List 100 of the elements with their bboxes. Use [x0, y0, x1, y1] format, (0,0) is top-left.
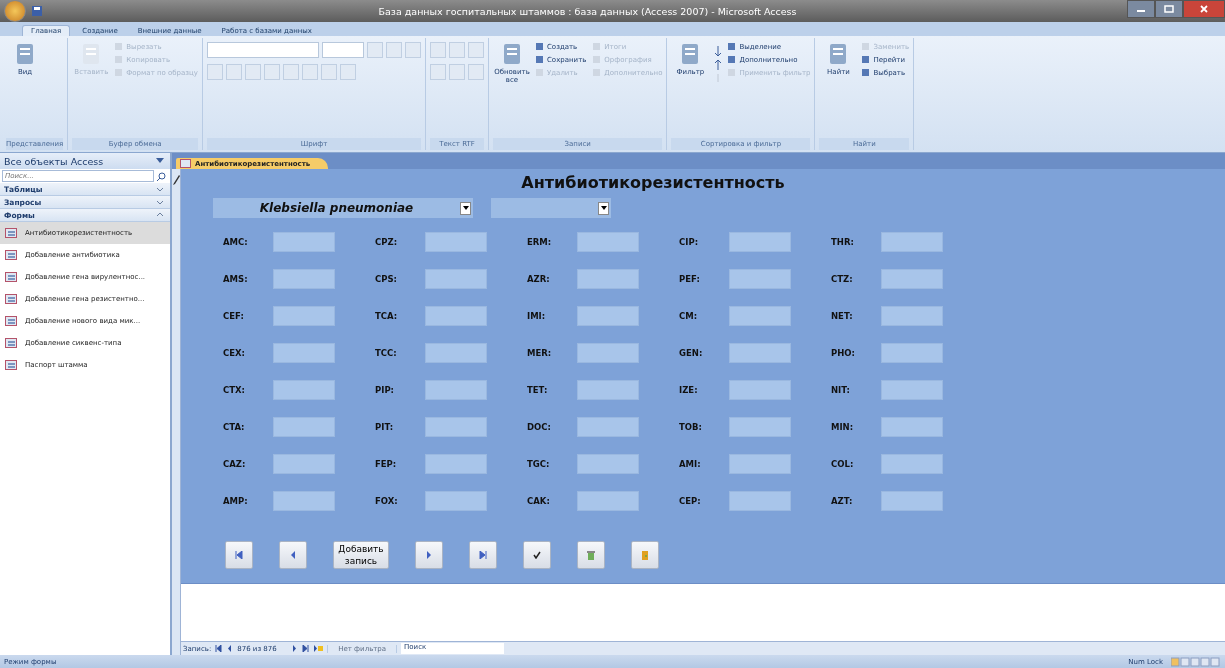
antibiotic-label: IZE: [678, 385, 699, 395]
input-field[interactable] [577, 454, 639, 474]
nav-button[interactable] [279, 541, 307, 569]
input-field[interactable] [425, 380, 487, 400]
antibiotic-label: CM: [678, 311, 699, 321]
antibiotic-label: FEP: [374, 459, 398, 469]
antibiotic-label: CTX: [222, 385, 246, 395]
form-icon [5, 228, 17, 238]
antibiotic-label: AZR: [526, 274, 551, 284]
input-field[interactable] [881, 232, 943, 252]
maximize-button[interactable] [1155, 0, 1183, 18]
input-field[interactable] [577, 417, 639, 437]
antibiotic-label: AMI: [678, 459, 702, 469]
antibiotic-label: COL: [830, 459, 855, 469]
input-field[interactable] [273, 343, 335, 363]
previous-record-icon[interactable] [226, 645, 234, 652]
new-record-icon[interactable] [313, 645, 324, 652]
input-field[interactable] [425, 454, 487, 474]
antibiotic-label: FOX: [374, 496, 399, 506]
input-field[interactable] [425, 269, 487, 289]
dropdown-icon[interactable] [156, 158, 164, 164]
input-field[interactable] [881, 417, 943, 437]
door-icon [640, 550, 650, 560]
antibiotic-label: CPZ: [374, 237, 399, 247]
input-field[interactable] [273, 417, 335, 437]
nav-button[interactable] [469, 541, 497, 569]
command-icon [14, 42, 36, 66]
previous-record-icon [289, 551, 297, 559]
antibiotic-label: CTA: [222, 422, 246, 432]
search-icon [157, 171, 166, 181]
combo-field[interactable] [491, 198, 611, 218]
antibiotic-label: ERM: [526, 237, 553, 247]
last-record-icon[interactable] [302, 645, 310, 652]
minimize-button[interactable] [1127, 0, 1155, 18]
antibiotic-label: CEF: [222, 311, 245, 321]
input-field[interactable] [881, 454, 943, 474]
antibiotic-label: TGC: [526, 459, 551, 469]
input-field[interactable] [729, 380, 791, 400]
input-field[interactable] [729, 454, 791, 474]
input-field[interactable] [881, 269, 943, 289]
office-button[interactable] [4, 0, 26, 22]
antibiotic-label: NIT: [830, 385, 851, 395]
trash-icon [587, 550, 595, 560]
input-field[interactable] [729, 232, 791, 252]
antibiotic-label: AZT: [830, 496, 854, 506]
input-field[interactable] [577, 306, 639, 326]
add-record-button[interactable]: Добавить запись [333, 541, 389, 569]
antibiotic-label: CEP: [678, 496, 702, 506]
input-field[interactable] [425, 417, 487, 437]
antibiotic-label: CIP: [678, 237, 700, 247]
close-button[interactable] [1183, 0, 1225, 18]
form-icon [5, 338, 17, 348]
save-icon[interactable] [32, 6, 42, 16]
antibiotic-label: AMP: [222, 496, 249, 506]
input-field[interactable] [729, 343, 791, 363]
record-selector[interactable] [172, 169, 181, 655]
input-field[interactable] [273, 491, 335, 511]
input-field[interactable] [729, 269, 791, 289]
view-buttons-icon[interactable] [1171, 656, 1221, 667]
close-icon [1199, 5, 1209, 13]
input-field[interactable] [881, 343, 943, 363]
command-icon [501, 42, 523, 66]
species-combo[interactable]: Klebsiella pneumoniae [213, 198, 473, 218]
input-field[interactable] [881, 306, 943, 326]
input-field[interactable] [425, 306, 487, 326]
input-field[interactable] [577, 232, 639, 252]
nav-button[interactable] [415, 541, 443, 569]
input-field[interactable] [577, 380, 639, 400]
form-icon [5, 272, 17, 282]
input-field[interactable] [273, 380, 335, 400]
nav-button[interactable] [631, 541, 659, 569]
input-field[interactable] [577, 269, 639, 289]
input-field[interactable] [273, 269, 335, 289]
input-field[interactable] [881, 491, 943, 511]
form-title: Антибиотикорезистентность [520, 172, 786, 192]
checkmark-icon [533, 551, 541, 559]
nav-button[interactable] [225, 541, 253, 569]
input-field[interactable] [881, 380, 943, 400]
antibiotic-label: TOB: [678, 422, 703, 432]
antibiotic-label: CPS: [374, 274, 398, 284]
input-field[interactable] [425, 232, 487, 252]
input-field[interactable] [273, 306, 335, 326]
input-field[interactable] [577, 343, 639, 363]
antibiotic-label: PIP: [374, 385, 396, 395]
input-field[interactable] [729, 491, 791, 511]
dropdown-icon [600, 206, 607, 210]
input-field[interactable] [729, 306, 791, 326]
antibiotic-label: CAK: [526, 496, 551, 506]
input-field[interactable] [425, 343, 487, 363]
input-field[interactable] [425, 491, 487, 511]
input-field[interactable] [273, 232, 335, 252]
next-record-icon[interactable] [291, 645, 299, 652]
input-field[interactable] [577, 491, 639, 511]
input-field[interactable] [729, 417, 791, 437]
nav-button[interactable] [523, 541, 551, 569]
first-record-icon[interactable] [215, 645, 223, 652]
antibiotic-label: NET: [830, 311, 854, 321]
nav-button[interactable] [577, 541, 605, 569]
nav-pane-title: Все объекты Access [4, 155, 104, 167]
input-field[interactable] [273, 454, 335, 474]
